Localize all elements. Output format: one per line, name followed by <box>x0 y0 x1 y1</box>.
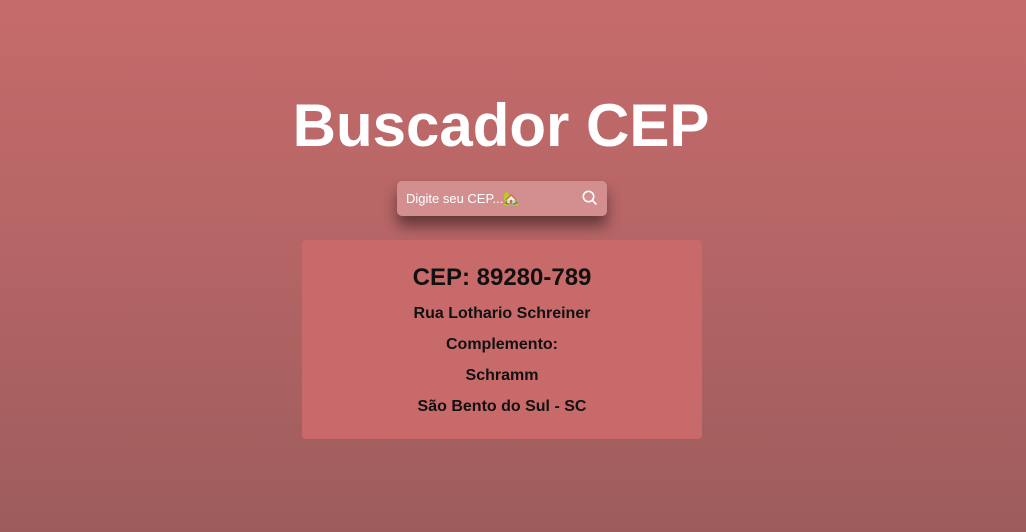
complement-text: Complemento: <box>446 336 558 353</box>
city-state-text: São Bento do Sul - SC <box>417 398 587 415</box>
search-button[interactable] <box>581 189 599 207</box>
cep-search-input[interactable] <box>397 181 567 216</box>
cep-heading: CEP: 89280-789 <box>412 264 592 291</box>
street-text: Rua Lothario Schreiner <box>413 305 591 322</box>
search-icon <box>581 189 599 207</box>
result-card: CEP: 89280-789 Rua Lothario Schreiner Co… <box>302 240 702 439</box>
page: Buscador CEP CEP: 89280-789 Rua Lothario… <box>0 0 1026 532</box>
page-title: Buscador CEP <box>292 92 710 159</box>
search-box <box>397 181 607 216</box>
neighborhood-text: Schramm <box>465 367 539 384</box>
